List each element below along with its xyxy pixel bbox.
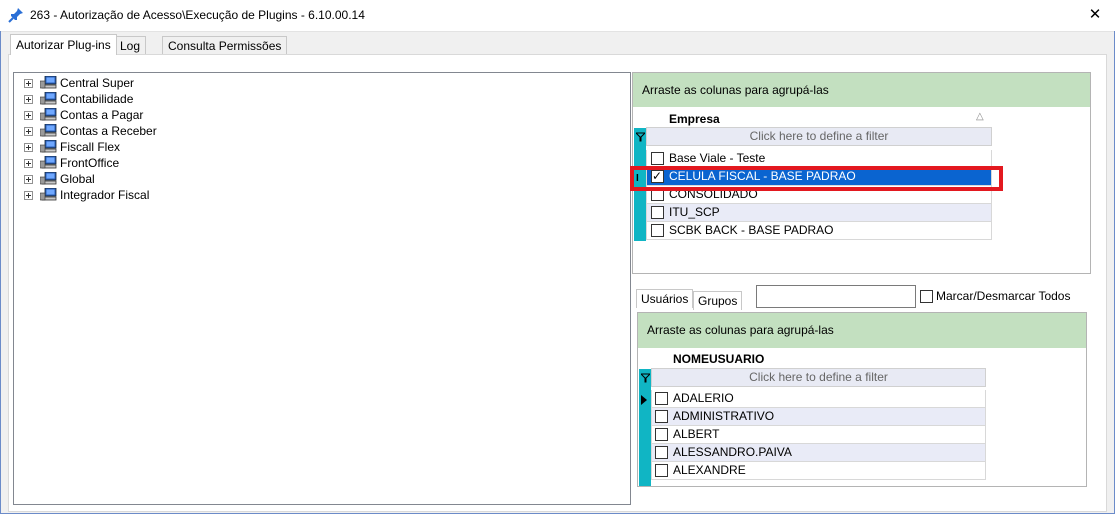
- tree-node-label: Global: [60, 172, 95, 186]
- row-checkbox[interactable]: [655, 428, 668, 441]
- computer-icon: [40, 92, 57, 105]
- filter-row[interactable]: Click here to define a filter: [646, 127, 992, 146]
- table-row[interactable]: ITU_SCP: [646, 204, 992, 222]
- row-label: ITU_SCP: [669, 205, 720, 219]
- row-label: ALEXANDRE: [673, 463, 746, 477]
- computer-icon: [40, 140, 57, 153]
- table-row[interactable]: ALEXANDRE: [651, 462, 986, 480]
- row-label: ALESSANDRO.PAIVA: [673, 445, 792, 459]
- group-by-hint: Arraste as colunas para agrupá-las: [633, 73, 1090, 107]
- tab-autorizar-plugins[interactable]: Autorizar Plug-ins: [10, 34, 117, 55]
- table-row[interactable]: ALESSANDRO.PAIVA: [651, 444, 986, 462]
- search-input[interactable]: [756, 285, 916, 308]
- expand-icon[interactable]: [24, 175, 33, 184]
- row-label: ADMINISTRATIVO: [673, 409, 775, 423]
- expand-icon[interactable]: [24, 159, 33, 168]
- row-indicator-column: [639, 369, 651, 486]
- row-label: ALBERT: [673, 427, 720, 441]
- tree-node-label: FrontOffice: [60, 156, 120, 170]
- tree-node-label: Fiscall Flex: [60, 140, 121, 154]
- row-label: Base Viale - Teste: [669, 151, 766, 165]
- row-checkbox[interactable]: [655, 464, 668, 477]
- filter-icon[interactable]: [641, 373, 650, 383]
- row-checkbox[interactable]: [651, 206, 664, 219]
- title-bar: 263 - Autorização de Acesso\Execução de …: [0, 0, 1115, 32]
- highlight-box: [630, 166, 1003, 191]
- sort-icon[interactable]: △: [976, 111, 984, 122]
- pin-icon: [8, 8, 23, 23]
- group-by-hint: Arraste as colunas para agrupá-las: [638, 313, 1086, 348]
- tab-grupos[interactable]: Grupos: [693, 291, 743, 310]
- column-header-empresa[interactable]: Empresa: [669, 112, 720, 126]
- tree-node-label: Integrador Fiscal: [60, 188, 150, 202]
- tab-log[interactable]: Log: [114, 36, 147, 55]
- window-title: 263 - Autorização de Acesso\Execução de …: [30, 8, 365, 22]
- expand-icon[interactable]: [24, 79, 33, 88]
- computer-icon: [40, 156, 57, 169]
- table-row[interactable]: ADALERIO: [651, 390, 986, 408]
- row-checkbox[interactable]: [655, 446, 668, 459]
- row-label: SCBK BACK - BASE PADRAO: [669, 223, 834, 237]
- expand-icon[interactable]: [24, 143, 33, 152]
- marcar-todos-checkbox[interactable]: [920, 290, 933, 303]
- column-header-nomeusuario[interactable]: NOMEUSUARIO: [673, 352, 764, 366]
- row-checkbox[interactable]: [655, 410, 668, 423]
- computer-icon: [40, 76, 57, 89]
- table-row[interactable]: ADMINISTRATIVO: [651, 408, 986, 426]
- expand-icon[interactable]: [24, 191, 33, 200]
- current-row-arrow-icon: [641, 395, 647, 405]
- table-row[interactable]: SCBK BACK - BASE PADRAO: [646, 222, 992, 240]
- computer-icon: [40, 188, 57, 201]
- tree-node-label: Central Super: [60, 76, 135, 90]
- filter-row[interactable]: Click here to define a filter: [651, 368, 986, 387]
- expand-icon[interactable]: [24, 95, 33, 104]
- tree-node-label: Contas a Pagar: [60, 108, 144, 122]
- row-checkbox[interactable]: [651, 152, 664, 165]
- filter-icon[interactable]: [636, 132, 645, 142]
- tab-consulta-permissoes[interactable]: Consulta Permissões: [162, 36, 288, 55]
- computer-icon: [40, 172, 57, 185]
- row-checkbox[interactable]: [655, 392, 668, 405]
- close-button[interactable]: ✕: [1080, 4, 1110, 26]
- tab-usuarios[interactable]: Usuários: [636, 289, 694, 308]
- row-label: ADALERIO: [673, 391, 734, 405]
- expand-icon[interactable]: [24, 127, 33, 136]
- marcar-todos-label[interactable]: Marcar/Desmarcar Todos: [936, 289, 1070, 303]
- text-cursor-icon: I: [636, 173, 639, 184]
- plugin-tree[interactable]: Central Super Contabilidade Contas a Pagar…: [13, 72, 631, 505]
- usuario-panel: Arraste as colunas para agrupá-las NOMEU…: [637, 312, 1087, 487]
- computer-icon: [40, 108, 57, 121]
- expand-icon[interactable]: [24, 111, 33, 120]
- table-row[interactable]: ALBERT: [651, 426, 986, 444]
- tree-node-label: Contabilidade: [60, 92, 134, 106]
- row-checkbox[interactable]: [651, 224, 664, 237]
- tree-node-label: Contas a Receber: [60, 124, 157, 138]
- computer-icon: [40, 124, 57, 137]
